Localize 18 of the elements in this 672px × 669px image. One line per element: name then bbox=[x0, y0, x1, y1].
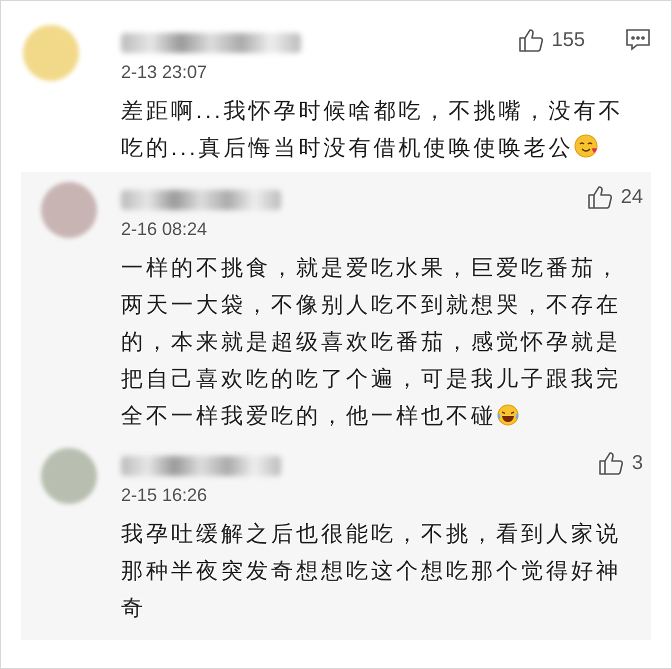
thumbs-up-icon[interactable] bbox=[518, 27, 544, 53]
comment-date: 2-16 08:24 bbox=[121, 218, 208, 241]
thumbs-up-icon[interactable] bbox=[586, 184, 613, 210]
comment-date: 2-13 23:07 bbox=[121, 61, 208, 84]
comment-icon[interactable] bbox=[625, 28, 651, 52]
thumbs-up-icon[interactable] bbox=[598, 450, 624, 476]
comment-text: 我孕吐缓解之后也很能吃，不挑，看到人家说那种半夜突发奇想想吃这个想吃那个觉得好神奇 bbox=[121, 520, 622, 622]
comment-text: 差距啊...我怀孕时候啥都吃，不挑嘴，没有不吃的...真后悔当时没有借机使唤使唤老公 bbox=[121, 97, 624, 162]
smiling-face-icon bbox=[573, 133, 600, 159]
comment-date: 2-15 16:26 bbox=[121, 484, 208, 507]
comment-text: 一样的不挑食，就是爱吃水果，巨爱吃番茄，两天一大袋，不像别人吃不到就想哭，不存在的，本来就是超级喜欢吃番茄，感觉怀孕就是把自己喜欢吃的吃了个遍，可是我儿子跟我完全不一样我爱吃的，他一样也不碰 bbox=[121, 254, 622, 430]
laughing-face-icon bbox=[496, 403, 520, 427]
blurred-avatar bbox=[23, 25, 79, 81]
like-count: 155 bbox=[552, 28, 585, 53]
like-count: 3 bbox=[632, 451, 643, 476]
blurred-avatar bbox=[41, 182, 97, 238]
like-count: 24 bbox=[620, 185, 643, 210]
blurred-avatar bbox=[41, 448, 97, 504]
